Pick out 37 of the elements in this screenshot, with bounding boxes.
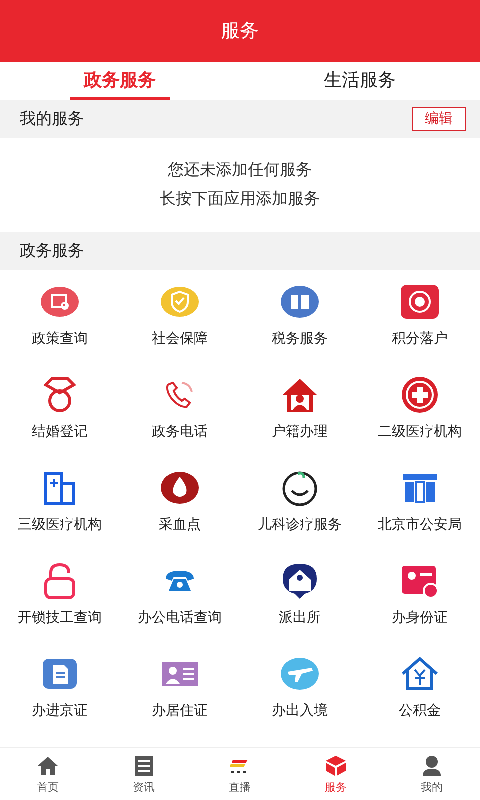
service-label[interactable]: 儿科诊疗服务 — [258, 516, 342, 534]
service-label[interactable]: 社会保障 — [152, 330, 208, 348]
service-label[interactable]: 政务电话 — [152, 423, 208, 441]
nav-tab[interactable]: 直播 — [192, 748, 288, 800]
service-label[interactable]: 办居住证 — [152, 702, 208, 720]
service-label[interactable]: 积分落户 — [392, 330, 448, 348]
service-label[interactable]: 办身份证 — [392, 609, 448, 627]
service-label[interactable]: 办进京证 — [32, 702, 88, 720]
service-label[interactable]: 开锁技工查询 — [18, 609, 102, 627]
service-label[interactable]: 公积金 — [399, 702, 441, 720]
person-icon — [420, 754, 444, 778]
header-title: 服务 — [221, 19, 259, 44]
service-label[interactable]: 采血点 — [159, 516, 201, 534]
service-label[interactable]: 户籍办理 — [272, 423, 328, 441]
service-label[interactable]: 政策查询 — [32, 330, 88, 348]
nav-tab[interactable]: 首页 — [0, 748, 96, 800]
tab[interactable]: 生活服务 — [310, 62, 410, 100]
service-label[interactable]: 办出入境 — [272, 702, 328, 720]
service-label[interactable]: 结婚登记 — [32, 423, 88, 441]
box-icon — [324, 754, 348, 778]
news-icon — [132, 754, 156, 778]
nav-tab[interactable]: 服务 — [288, 748, 384, 800]
edit-button[interactable]: 编辑 — [412, 107, 466, 131]
service-label[interactable]: 办公电话查询 — [138, 609, 222, 627]
medical-cross-icon[interactable] — [400, 375, 440, 415]
service-label[interactable]: 派出所 — [279, 609, 321, 627]
empty-message: 您还未添加任何服务 — [168, 160, 312, 181]
service-label[interactable]: 三级医疗机构 — [18, 516, 102, 534]
empty-message: 长按下面应用添加服务 — [160, 189, 320, 210]
service-label[interactable]: 税务服务 — [272, 330, 328, 348]
section-title: 我的服务 — [20, 108, 84, 130]
nav-tab[interactable]: 资讯 — [96, 748, 192, 800]
section-title: 政务服务 — [20, 240, 84, 262]
service-label[interactable]: 北京市公安局 — [378, 516, 462, 534]
service-label[interactable]: 二级医疗机构 — [378, 423, 462, 441]
nav-tab[interactable]: 我的 — [384, 748, 480, 800]
police-house-icon[interactable] — [280, 561, 320, 601]
